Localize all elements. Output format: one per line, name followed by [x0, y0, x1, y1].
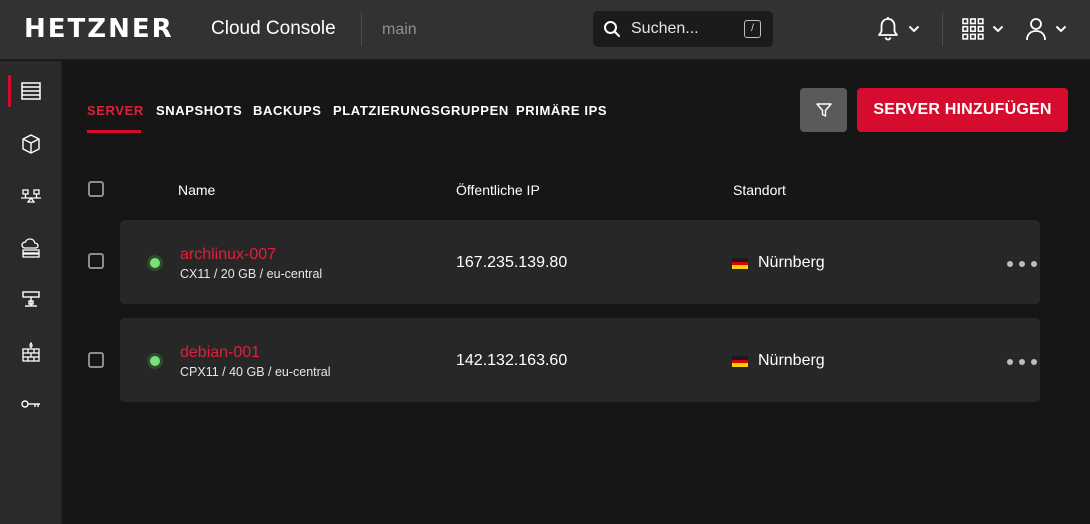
row-checkbox[interactable]: [88, 352, 104, 368]
column-header-public-ip[interactable]: Öffentliche IP: [456, 182, 540, 198]
select-all-checkbox[interactable]: [88, 181, 104, 197]
header-divider: [361, 13, 362, 46]
more-actions-icon[interactable]: [1007, 261, 1037, 267]
sidebar-item-servers[interactable]: [0, 66, 62, 116]
server-spec: CX11 / 20 GB / eu-central: [180, 267, 323, 281]
filter-button[interactable]: [800, 88, 847, 132]
status-running-indicator: [147, 353, 163, 369]
sidebar-item-ssh-keys[interactable]: [0, 379, 62, 429]
server-ip: 167.235.139.80: [456, 254, 568, 271]
sidebar-item-load-balancers[interactable]: [0, 171, 62, 221]
chevron-down-icon: [992, 25, 1004, 33]
search-box[interactable]: Suchen... /: [593, 11, 773, 47]
germany-flag-icon: [732, 258, 748, 269]
sidebar-item-volumes[interactable]: [0, 119, 62, 169]
firewall-icon: [22, 341, 40, 362]
apps-grid-icon: [962, 18, 984, 40]
column-header-location[interactable]: Standort: [733, 182, 786, 198]
tab-server[interactable]: SERVER: [87, 104, 144, 118]
sidebar-item-networks[interactable]: [0, 275, 62, 325]
key-icon: [21, 400, 40, 408]
search-placeholder: Suchen...: [631, 20, 699, 37]
notifications-button[interactable]: [876, 14, 920, 44]
user-icon: [1026, 18, 1046, 41]
active-tab-indicator: [87, 130, 141, 133]
bell-icon: [878, 17, 898, 41]
network-icon: [22, 291, 40, 307]
search-icon: [604, 21, 620, 37]
user-menu-button[interactable]: [1025, 14, 1067, 44]
server-name-link[interactable]: archlinux-007: [180, 246, 276, 264]
server-location: Nürnberg: [758, 352, 825, 369]
tab-snapshots[interactable]: SNAPSHOTS: [156, 104, 242, 118]
filter-icon: [815, 103, 832, 117]
top-bar: HETZNER Cloud Console main Suchen... /: [0, 0, 1090, 60]
more-actions-icon[interactable]: [1007, 359, 1037, 365]
floating-ip-icon: [21, 238, 40, 258]
germany-flag-icon: [732, 356, 748, 367]
column-header-name[interactable]: Name: [178, 182, 215, 198]
chevron-down-icon: [1055, 25, 1067, 33]
server-icon: [21, 82, 41, 100]
table-row[interactable]: debian-001 CPX11 / 40 GB / eu-central 14…: [120, 318, 1040, 402]
tab-backups[interactable]: BACKUPS: [253, 104, 321, 118]
product-title: Cloud Console: [211, 18, 336, 39]
apps-menu-button[interactable]: [962, 14, 1004, 44]
load-balancer-icon: [21, 189, 41, 203]
sidebar-item-floating-ips[interactable]: [0, 223, 62, 273]
server-spec: CPX11 / 40 GB / eu-central: [180, 365, 331, 379]
row-checkbox[interactable]: [88, 253, 104, 269]
tab-platzierungsgruppen[interactable]: PLATZIERUNGSGRUPPEN: [333, 104, 509, 118]
status-running-indicator: [147, 255, 163, 271]
server-ip: 142.132.163.60: [456, 352, 568, 369]
server-name-link[interactable]: debian-001: [180, 344, 260, 362]
sidebar: [0, 61, 62, 524]
hetzner-logo[interactable]: HETZNER: [24, 14, 174, 44]
volume-box-icon: [22, 134, 40, 154]
header-divider: [942, 13, 943, 46]
add-server-button[interactable]: SERVER HINZUFÜGEN: [857, 88, 1068, 132]
project-selector[interactable]: main: [382, 20, 417, 40]
sidebar-item-firewalls[interactable]: [0, 327, 62, 377]
tab-primaere-ips[interactable]: PRIMÄRE IPS: [516, 104, 607, 118]
chevron-down-icon: [908, 25, 920, 33]
server-location: Nürnberg: [758, 254, 825, 271]
table-row[interactable]: archlinux-007 CX11 / 20 GB / eu-central …: [120, 220, 1040, 304]
search-shortcut-key: /: [744, 20, 761, 38]
